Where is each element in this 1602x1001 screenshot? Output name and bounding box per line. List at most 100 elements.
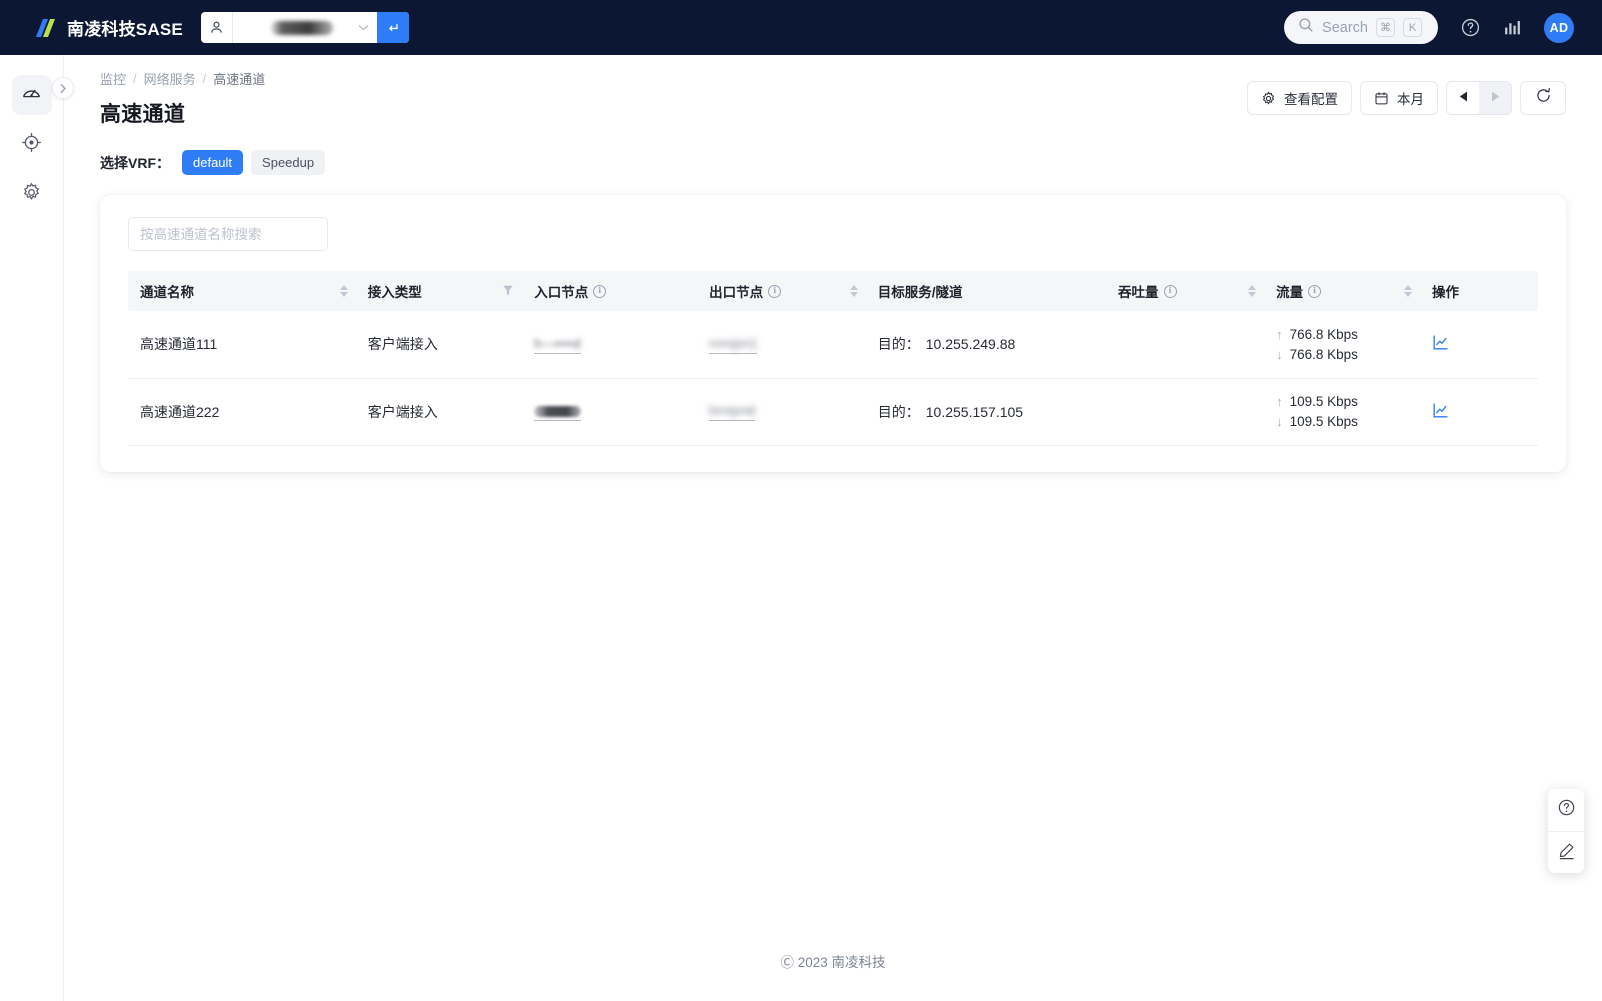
column-header-target: 目标服务/隧道 [867,271,1109,311]
egress-node-redacted: •••••p••1 [709,336,758,351]
brand-name: 南凌科技SASE [67,20,183,39]
view-chart-button[interactable] [1432,402,1449,422]
date-range-label: 本月 [1397,92,1424,107]
table-row[interactable]: 高速通道111 客户端接入 h—••••d •••••p••1 目的： 10.2… [128,311,1538,379]
breadcrumb-item-1[interactable]: 网络服务 [144,69,196,88]
search-label: Search [1322,19,1368,36]
sort-toggle-throughput[interactable] [1248,285,1257,297]
cell-actions [1422,378,1538,446]
dock-edit-button[interactable] [1548,831,1584,873]
view-config-button[interactable]: 查看配置 [1247,81,1352,115]
vrf-tab-default[interactable]: default [182,150,244,175]
cell-ingress: h—••••d [524,311,700,379]
prev-period-button[interactable] [1447,82,1479,114]
bar-chart-icon[interactable] [1503,18,1522,37]
info-icon[interactable]: i [768,284,782,298]
app-shell: 监控 / 网络服务 / 高速通道 高速通道 查看配置 本月 选择VRF： def… [0,55,1602,1001]
enter-arrow-icon[interactable] [376,12,409,43]
page-toolbar: 查看配置 本月 [1247,81,1566,115]
vrf-tab-speedup[interactable]: Speedup [251,150,326,175]
filter-toggle-access[interactable] [502,284,514,299]
breadcrumb-separator: / [133,71,137,86]
view-chart-button[interactable] [1432,334,1449,354]
cell-flow: ↑ 766.8 Kbps ↓ 766.8 Kbps [1266,311,1423,379]
sidebar-item-settings[interactable] [12,175,52,215]
target-value: 10.255.157.105 [925,403,1024,420]
egress-node-link[interactable]: h•••p••d [709,404,756,421]
search-input[interactable] [129,218,327,250]
ingress-node-redacted: h—••••d [534,336,581,351]
gear-icon [21,182,42,208]
rail-expand-toggle[interactable] [52,77,74,99]
shortcut-key-k: K [1403,18,1422,37]
question-circle-icon [1557,798,1576,822]
flow-up-value: 766.8 Kbps [1289,326,1358,342]
down-arrow-icon: ↓ [1276,346,1283,362]
cell-name: 高速通道222 [128,378,358,446]
sort-toggle-flow[interactable] [1404,285,1413,297]
avatar[interactable]: AD [1544,12,1574,43]
tenant-value[interactable] [233,12,351,43]
main-content: 监控 / 网络服务 / 高速通道 高速通道 查看配置 本月 选择VRF： def… [64,55,1602,1001]
sidebar-item-dashboard[interactable] [11,75,52,115]
info-icon[interactable]: i [1163,284,1177,298]
sort-toggle-egress[interactable] [849,285,858,297]
breadcrumb-item-0[interactable]: 监控 [100,69,126,88]
cell-ingress [524,378,700,446]
vrf-tabs: default Speedup [182,150,326,175]
period-nav-group [1446,81,1512,115]
floating-dock [1548,789,1584,873]
column-label: 吞吐量 [1118,285,1159,300]
column-label: 流量 [1276,285,1304,300]
global-search[interactable]: Search ⌘ K [1284,11,1438,44]
refresh-button[interactable] [1520,81,1566,115]
view-config-label: 查看配置 [1284,92,1338,107]
sort-toggle-name[interactable] [339,285,348,297]
cell-target: 目的： 10.255.157.105 [867,378,1109,446]
top-bar: 南凌科技SASE Search ⌘ K AD [0,0,1602,55]
dock-help-button[interactable] [1548,789,1584,831]
column-header-egress: 出口节点 i [699,271,868,311]
target-value: 10.255.249.88 [925,336,1016,353]
triangle-right-icon [1491,89,1500,107]
info-icon[interactable]: i [1308,284,1322,298]
next-period-button[interactable] [1479,82,1511,114]
info-icon[interactable]: i [593,284,607,298]
tunnel-table: 通道名称 接入类型 入口节点 i 出口节点 i 目标服务/隧道 吞吐量 i 流量… [128,271,1538,446]
target-label: 目的： [877,336,920,353]
column-label: 接入类型 [367,285,422,300]
table-header-row: 通道名称 接入类型 入口节点 i 出口节点 i 目标服务/隧道 吞吐量 i 流量… [128,271,1538,311]
table-search [128,217,328,251]
egress-node-link[interactable]: •••••p••1 [709,336,758,354]
cell-name: 高速通道111 [128,311,358,379]
question-circle-icon[interactable] [1460,17,1481,38]
line-chart-icon [1432,402,1449,422]
flow-down-value: 766.8 Kbps [1289,346,1358,362]
tenant-selector[interactable] [200,12,409,43]
cell-egress: •••••p••1 [699,311,868,379]
cell-throughput [1108,311,1267,379]
footer: Ⓒ 2023 南凌科技 [780,955,886,970]
sidebar-rail [0,55,74,1001]
ingress-node-link[interactable] [534,402,582,421]
ingress-node-link[interactable]: h—••••d [534,337,581,354]
search-icon [1298,17,1314,38]
slash-logo-icon [36,18,55,37]
chevron-down-icon[interactable] [351,24,377,31]
column-header-actions: 操作 [1422,271,1538,311]
topbar-actions: Search ⌘ K AD [1284,11,1586,44]
table-head: 通道名称 接入类型 入口节点 i 出口节点 i 目标服务/隧道 吞吐量 i 流量… [128,271,1538,311]
tunnel-table-card: 通道名称 接入类型 [100,195,1566,472]
column-label: 出口节点 [709,285,764,300]
table-row[interactable]: 高速通道222 客户端接入 h•••p••d 目的： 10.255.157.10… [128,378,1538,446]
flow-up-value: 109.5 Kbps [1289,394,1358,409]
vrf-selector: 选择VRF： default Speedup [100,150,1602,175]
gauge-icon [21,82,42,108]
down-arrow-icon: ↓ [1276,414,1283,429]
date-range-button[interactable]: 本月 [1360,81,1438,115]
sidebar-item-locate[interactable] [12,125,52,165]
column-header-name: 通道名称 [128,271,358,311]
cell-egress: h•••p••d [699,378,868,446]
cell-target: 目的： 10.255.249.88 [867,311,1109,379]
chevron-right-icon [60,83,66,93]
